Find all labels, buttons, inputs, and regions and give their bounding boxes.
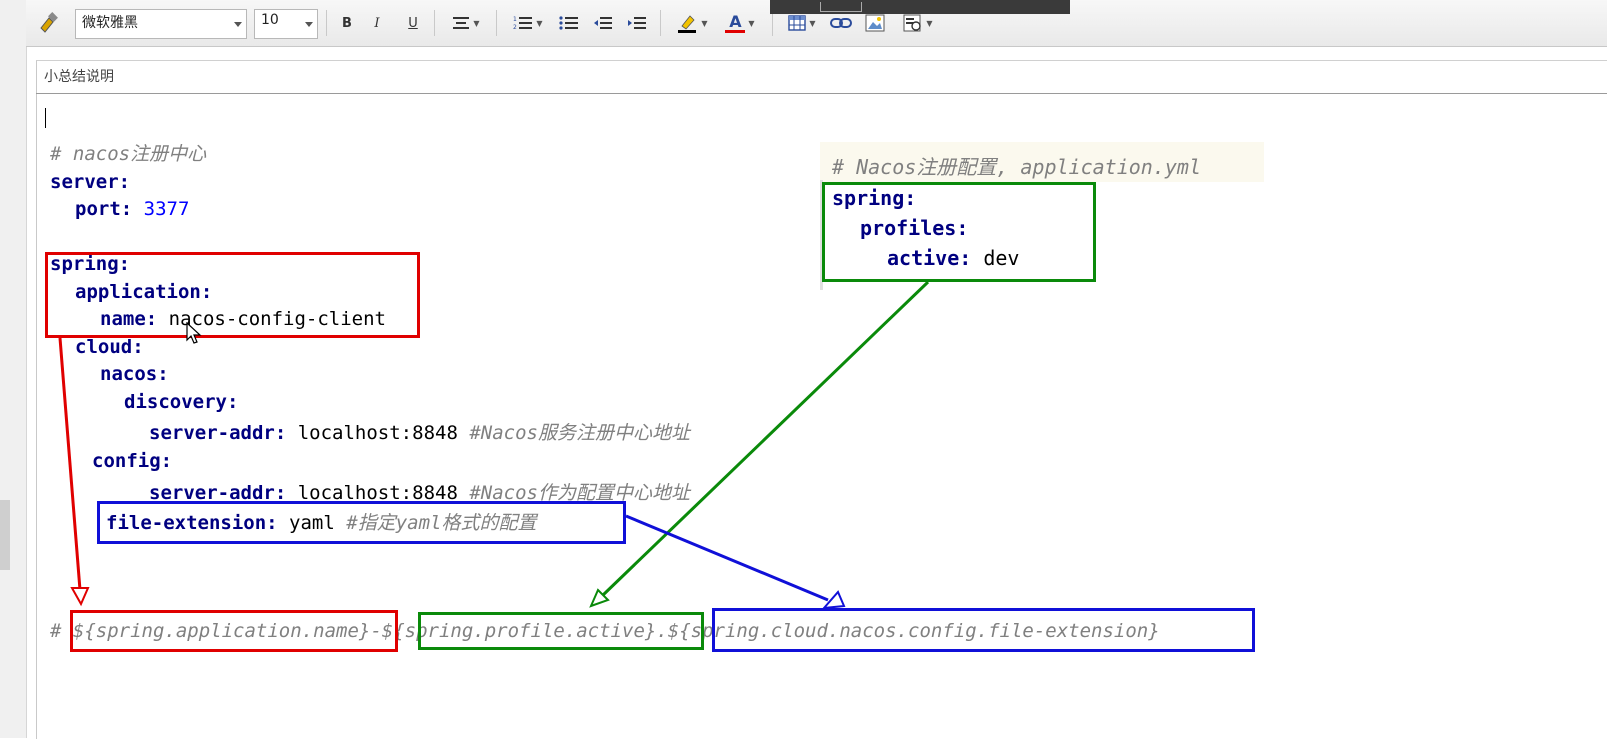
font-size-select[interactable]: 10: [254, 9, 318, 39]
title-divider: [36, 93, 1607, 94]
italic-button[interactable]: I: [366, 10, 388, 36]
code-line: # nacos注册中心: [50, 143, 207, 165]
formula-hash: #: [50, 620, 62, 642]
svg-text:2: 2: [513, 24, 517, 31]
annotation-box-extension: [97, 501, 626, 544]
left-gutter: [0, 0, 27, 738]
annotation-box-formula-app-name: [70, 610, 398, 652]
svg-text:1: 1: [513, 16, 517, 23]
code-line: server:: [50, 171, 131, 193]
separator: [434, 10, 435, 36]
note-title[interactable]: 小总结说明: [44, 66, 114, 86]
annotation-box-profile: [822, 182, 1096, 282]
code-line: server-addr: localhost:8848 #Nacos服务注册中心…: [149, 422, 690, 444]
code-line: discovery:: [124, 391, 239, 413]
font-size-value: 10: [261, 12, 279, 28]
underline-button[interactable]: U: [402, 10, 424, 36]
separator: [496, 10, 497, 36]
font-color-swatch: [725, 29, 746, 33]
window-title-overlay: [770, 0, 1070, 14]
align-center-icon: [453, 17, 470, 29]
numbered-list-icon: 12: [513, 16, 533, 31]
bullet-list-button[interactable]: [556, 10, 582, 36]
outdent-button[interactable]: [590, 10, 616, 36]
image-icon: [865, 14, 885, 32]
indent-icon: [628, 17, 646, 29]
chevron-down-icon: [305, 22, 313, 27]
table-icon: [788, 15, 807, 31]
link-icon: [830, 18, 852, 28]
font-color-icon: A: [729, 11, 742, 31]
annotation-box-app-name: [45, 252, 420, 338]
attachment-icon: [903, 14, 922, 32]
separator: [660, 10, 661, 36]
snippet-comment: # Nacos注册配置, application.yml: [832, 155, 1201, 179]
code-line: nacos:: [100, 363, 169, 385]
left-scroll-thumb[interactable]: [0, 500, 10, 570]
annotation-box-formula-extension: [712, 608, 1255, 652]
font-color-button[interactable]: A ▼: [718, 10, 762, 36]
highlighter-icon: [678, 15, 697, 33]
separator: [326, 10, 327, 36]
indent-button[interactable]: [624, 10, 650, 36]
bold-button[interactable]: B: [336, 10, 358, 36]
bullet-list-icon: [559, 16, 578, 30]
align-button[interactable]: ▼: [446, 10, 486, 36]
chevron-down-icon: [234, 22, 242, 27]
font-family-select[interactable]: 微软雅黑: [75, 9, 247, 39]
code-line: cloud:: [75, 336, 144, 358]
outdent-icon: [594, 17, 612, 29]
text-caret: [45, 108, 46, 128]
annotation-box-formula-profile: [418, 612, 704, 650]
format-painter-icon[interactable]: [34, 10, 62, 36]
font-family-value: 微软雅黑: [82, 15, 138, 31]
numbered-list-button[interactable]: 1 2 ▼: [508, 10, 548, 36]
mouse-cursor-icon: [186, 322, 202, 344]
code-line: port: 3377: [75, 198, 190, 220]
code-line: config:: [92, 450, 173, 472]
highlight-button[interactable]: ▼: [670, 10, 714, 36]
